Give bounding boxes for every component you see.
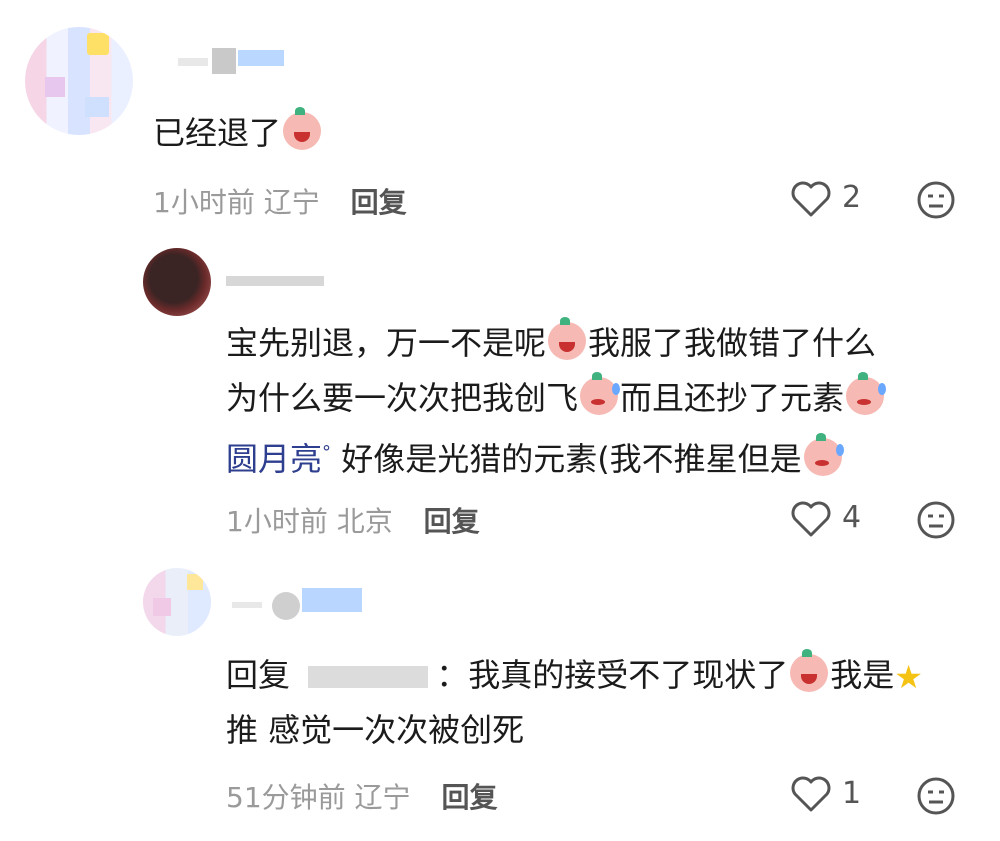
comment-text-part: 已经退了 xyxy=(153,114,282,152)
username-redacted[interactable] xyxy=(226,268,326,290)
comment-text: 为什么要一次次把我创飞 而且还抄了元素 xyxy=(226,371,887,425)
comment-meta: 1小时前 辽宁 回复 xyxy=(153,181,407,221)
like-count: 4 xyxy=(842,500,862,535)
comment-meta: 1小时前 北京 回复 xyxy=(226,500,480,540)
like-count: 1 xyxy=(842,776,862,811)
comment-meta: 51分钟前 辽宁 回复 xyxy=(226,776,497,816)
comment-text: 已经退了 xyxy=(153,106,323,160)
heart-icon[interactable] xyxy=(790,180,832,218)
timestamp: 1小时前 xyxy=(153,186,255,219)
avatar[interactable] xyxy=(143,568,211,636)
comment-text-part: 而且还抄了元素 xyxy=(620,379,845,417)
reply-colon: ： xyxy=(436,656,469,694)
comment-text-part: 我是 xyxy=(830,656,895,694)
mention-link[interactable]: 圆月亮 xyxy=(226,440,322,478)
reply-prefix: 回复 xyxy=(226,656,291,694)
comment-text-part: 我服了我做错了什么 xyxy=(588,324,877,362)
username-redacted[interactable] xyxy=(308,666,429,688)
neutral-face-icon[interactable] xyxy=(916,776,956,816)
neutral-face-icon[interactable] xyxy=(916,500,956,540)
timestamp: 1小时前 xyxy=(226,505,328,538)
heart-icon[interactable] xyxy=(790,775,832,813)
star-icon: ★ xyxy=(894,658,923,696)
comment-text-part: 宝先别退，万一不是呢 xyxy=(226,324,547,362)
neutral-face-icon[interactable] xyxy=(916,180,956,220)
avatar[interactable] xyxy=(25,27,133,135)
reply-button[interactable]: 回复 xyxy=(351,186,407,219)
like-count: 2 xyxy=(842,180,862,215)
sticker-face-icon xyxy=(548,317,587,360)
sticker-face-icon xyxy=(580,372,621,415)
comment-text: 推 感觉一次次被创死 xyxy=(226,703,524,757)
username-redacted[interactable] xyxy=(178,44,288,80)
username-redacted[interactable] xyxy=(232,586,367,626)
location: 辽宁 xyxy=(354,781,411,814)
reply-button[interactable]: 回复 xyxy=(441,781,497,814)
sticker-face-icon xyxy=(846,372,887,415)
search-icon: ° xyxy=(322,442,332,463)
comment-text-part: 好像是光猎的元素(我不推星但是 xyxy=(341,440,802,478)
avatar[interactable] xyxy=(143,248,211,316)
comment-text: 回复 ：我真的接受不了现状了 我是★ xyxy=(226,648,923,702)
sticker-face-icon xyxy=(790,649,829,692)
timestamp: 51分钟前 xyxy=(226,781,346,814)
location: 辽宁 xyxy=(263,186,320,219)
reply-button[interactable]: 回复 xyxy=(424,505,480,538)
location: 北京 xyxy=(336,505,393,538)
comment-text-part: 我真的接受不了现状了 xyxy=(468,656,789,694)
comment-text: 宝先别退，万一不是呢 我服了我做错了什么 xyxy=(226,316,876,370)
sticker-face-icon xyxy=(803,433,844,476)
heart-icon[interactable] xyxy=(790,500,832,538)
comment-text: 圆月亮° 好像是光猎的元素(我不推星但是 xyxy=(226,426,844,486)
comment-text-part: 为什么要一次次把我创飞 xyxy=(226,379,579,417)
comment-text-part: 推 感觉一次次被创死 xyxy=(226,711,525,749)
sticker-face-icon xyxy=(283,107,322,150)
